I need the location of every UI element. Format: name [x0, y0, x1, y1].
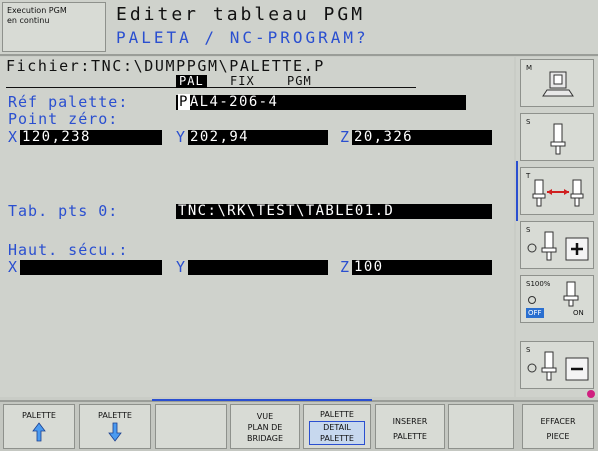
file-path-underline — [6, 87, 416, 88]
haut-secu-x-field[interactable] — [20, 260, 162, 275]
haut-secu-y-field[interactable] — [188, 260, 328, 275]
palette-up-label: PALETTE — [22, 411, 56, 420]
text-cursor: P — [178, 94, 190, 110]
palette-detail-label-1: PALETTE — [320, 410, 354, 419]
effacer-piece-button[interactable]: EFFACER PIECE — [522, 404, 594, 449]
palette-detail-label-3: PALETTE — [320, 434, 354, 443]
palette-detail-label-2: DETAIL — [323, 423, 351, 432]
mode-line2: en continu — [7, 16, 50, 25]
haut-secu-z-field[interactable]: 100 — [352, 260, 492, 275]
file-path: Fichier:TNC:\DUMPPGM\PALETTE.P — [6, 57, 325, 75]
vue-plan-bridage-button[interactable]: VUE PLAN DE BRIDAGE — [230, 404, 300, 449]
page-title: Editer tableau PGM — [116, 4, 366, 25]
detail-palette-highlight: DETAIL PALETTE — [309, 421, 365, 445]
arrow-down-icon — [108, 422, 122, 442]
sidebar: M S T S S100% OFF ON S — [516, 57, 598, 398]
off-toggle[interactable]: OFF — [526, 308, 544, 318]
mode-line1: Execution PGM — [7, 6, 67, 15]
haut-secu-z-label: Z — [340, 258, 351, 276]
effacer-label-2: PIECE — [546, 432, 570, 441]
arrow-up-icon — [32, 422, 46, 442]
page-indicator-icon — [587, 390, 595, 398]
spindle-icon — [542, 71, 574, 97]
operating-mode-box[interactable]: Execution PGM en continu — [2, 2, 106, 52]
ref-palette-value: AL4-206-4 — [189, 94, 279, 110]
point-zero-y-field[interactable]: 202,94 — [188, 130, 328, 145]
palette-detail-button[interactable]: PALETTE DETAIL PALETTE — [303, 404, 371, 449]
vue-label-1: VUE — [256, 412, 274, 421]
ref-palette-field[interactable]: PAL4-206-4 — [176, 94, 466, 110]
sidebar-spindle-plus-button[interactable]: S — [520, 221, 594, 269]
tab-fix[interactable]: FIX — [230, 75, 255, 88]
palette-down-label: PALETTE — [98, 411, 132, 420]
softkey-empty-2[interactable] — [448, 404, 514, 449]
sidebar-override-button[interactable]: S100% OFF ON — [520, 275, 594, 323]
palette-down-button[interactable]: PALETTE — [79, 404, 151, 449]
inserer-palette-button[interactable]: INSERER PALETTE — [375, 404, 445, 449]
softkey-bar: PALETTE PALETTE VUE PLAN DE BRIDAGE PALE… — [0, 399, 598, 451]
sidebar-spindle-minus-button[interactable]: S — [520, 341, 594, 389]
inserer-label-2: PALETTE — [393, 432, 427, 441]
softkey-empty-1[interactable] — [155, 404, 227, 449]
sidebar-s-button[interactable]: S — [520, 113, 594, 161]
ref-palette-label: Réf palette: — [8, 93, 129, 111]
point-zero-z-field[interactable]: 20,326 — [352, 130, 492, 145]
header-bar: Execution PGM en continu Editer tableau … — [0, 0, 598, 56]
palette-up-button[interactable]: PALETTE — [3, 404, 75, 449]
effacer-label-1: EFFACER — [540, 417, 576, 426]
tool-change-icon — [532, 179, 584, 207]
sidebar-m-button[interactable]: M — [520, 59, 594, 107]
haut-secu-y-label: Y — [176, 258, 187, 276]
tab-pgm[interactable]: PGM — [287, 75, 312, 88]
haut-secu-x-label: X — [8, 258, 19, 276]
tab-pts-label: Tab. pts 0: — [8, 202, 119, 220]
on-toggle[interactable]: ON — [573, 309, 584, 317]
point-zero-x-field[interactable]: 120,238 — [20, 130, 162, 145]
inserer-label-1: INSERER — [392, 417, 428, 426]
haut-secu-label: Haut. sécu.: — [8, 241, 129, 259]
tool-icon — [550, 123, 566, 155]
softkey-progress-indicator — [152, 399, 372, 401]
tab-pts-field[interactable]: TNC:\RK\TEST\TABLE01.D — [176, 204, 492, 219]
sidebar-t-button[interactable]: T — [520, 167, 594, 215]
editor-area: Fichier:TNC:\DUMPPGM\PALETTE.P PAL FIX P… — [0, 57, 514, 397]
point-zero-x-label: X — [8, 128, 19, 146]
spindle-plus-icon — [527, 231, 589, 261]
point-zero-z-label: Z — [340, 128, 351, 146]
point-zero-y-label: Y — [176, 128, 187, 146]
spindle-minus-icon — [527, 351, 589, 381]
vue-label-3: BRIDAGE — [246, 434, 283, 443]
page-subtitle: PALETA / NC-PROGRAM? — [116, 28, 369, 47]
vue-label-2: PLAN DE — [247, 423, 283, 432]
point-zero-label: Point zéro: — [8, 110, 119, 128]
tab-pal[interactable]: PAL — [176, 75, 207, 88]
sidebar-active-marker — [516, 161, 518, 221]
